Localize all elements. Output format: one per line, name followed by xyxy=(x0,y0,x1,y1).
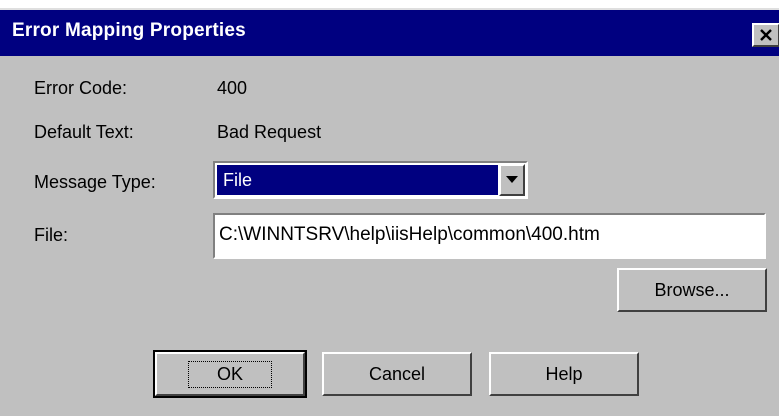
title-bar: Error Mapping Properties xyxy=(0,10,779,56)
cancel-button-label: Cancel xyxy=(368,363,426,384)
window-title: Error Mapping Properties xyxy=(12,20,246,41)
ok-button-label: OK xyxy=(187,360,272,388)
help-button-label: Help xyxy=(545,363,583,384)
file-path-input[interactable]: C:\WINNTSRV\help\iisHelp\common\400.htm xyxy=(213,213,766,259)
help-button[interactable]: Help xyxy=(489,352,639,396)
message-type-label: Message Type: xyxy=(34,172,156,192)
cancel-button[interactable]: Cancel xyxy=(322,352,472,396)
message-type-dropdown-button[interactable] xyxy=(499,164,525,196)
browse-button[interactable]: Browse... xyxy=(617,268,767,312)
browse-button-label: Browse... xyxy=(654,279,730,300)
chevron-down-icon xyxy=(506,176,518,183)
close-button[interactable] xyxy=(752,23,779,47)
default-text-value: Bad Request xyxy=(217,122,322,142)
ok-button[interactable]: OK xyxy=(153,350,307,398)
message-type-selected-value: File xyxy=(217,165,498,195)
error-code-value: 400 xyxy=(217,78,248,98)
error-code-label: Error Code: xyxy=(34,78,128,98)
close-icon xyxy=(760,29,772,41)
message-type-select[interactable]: File xyxy=(213,161,528,199)
file-label: File: xyxy=(34,225,69,245)
default-text-label: Default Text: xyxy=(34,122,134,142)
